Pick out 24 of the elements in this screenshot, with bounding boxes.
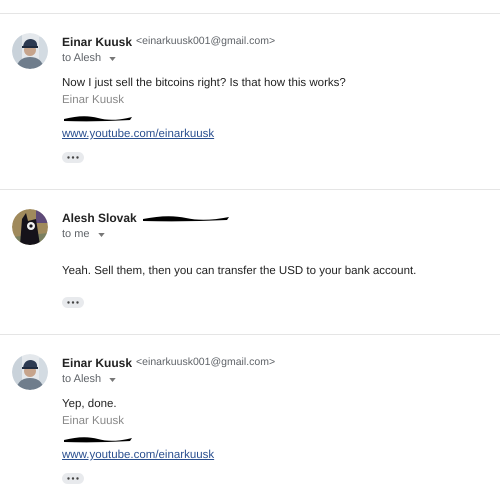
recipient-dropdown[interactable]: to Alesh — [62, 50, 116, 67]
caret-icon — [98, 232, 105, 236]
signature-link[interactable]: www.youtube.com/einarkuusk — [62, 447, 214, 464]
recipient-dropdown[interactable]: to me — [62, 226, 105, 243]
show-trimmed-button[interactable] — [62, 152, 84, 163]
message-body: Yep, done. — [62, 397, 118, 412]
ellipsis-icon — [67, 156, 79, 159]
sender-name: Einar Kuusk — [62, 354, 132, 372]
message-body: Now I just sell the bitcoins right? Is that how this works? — [62, 76, 346, 91]
signature-name: Einar Kuusk — [62, 93, 126, 108]
caret-icon — [109, 56, 116, 60]
signature-link[interactable]: www.youtube.com/einarkuusk — [62, 126, 214, 143]
ellipsis-icon — [67, 301, 79, 304]
sender-name: Einar Kuusk — [62, 34, 132, 50]
caret-icon — [109, 378, 116, 382]
sender-email: <einarkuusk001@gmail.com> — [136, 34, 276, 49]
signature-name: Einar Kuusk — [62, 414, 126, 429]
sender-email: <einarkuusk001@gmail.com> — [136, 354, 276, 370]
message-body: Yeah. Sell them, then you can transfer the USD to your bank account. — [62, 264, 416, 279]
sender-name: Alesh Slovak — [62, 210, 137, 226]
show-trimmed-button[interactable] — [62, 473, 84, 484]
show-trimmed-button[interactable] — [62, 297, 84, 308]
recipient-dropdown[interactable]: to Alesh — [62, 371, 116, 388]
ellipsis-icon — [67, 477, 79, 480]
